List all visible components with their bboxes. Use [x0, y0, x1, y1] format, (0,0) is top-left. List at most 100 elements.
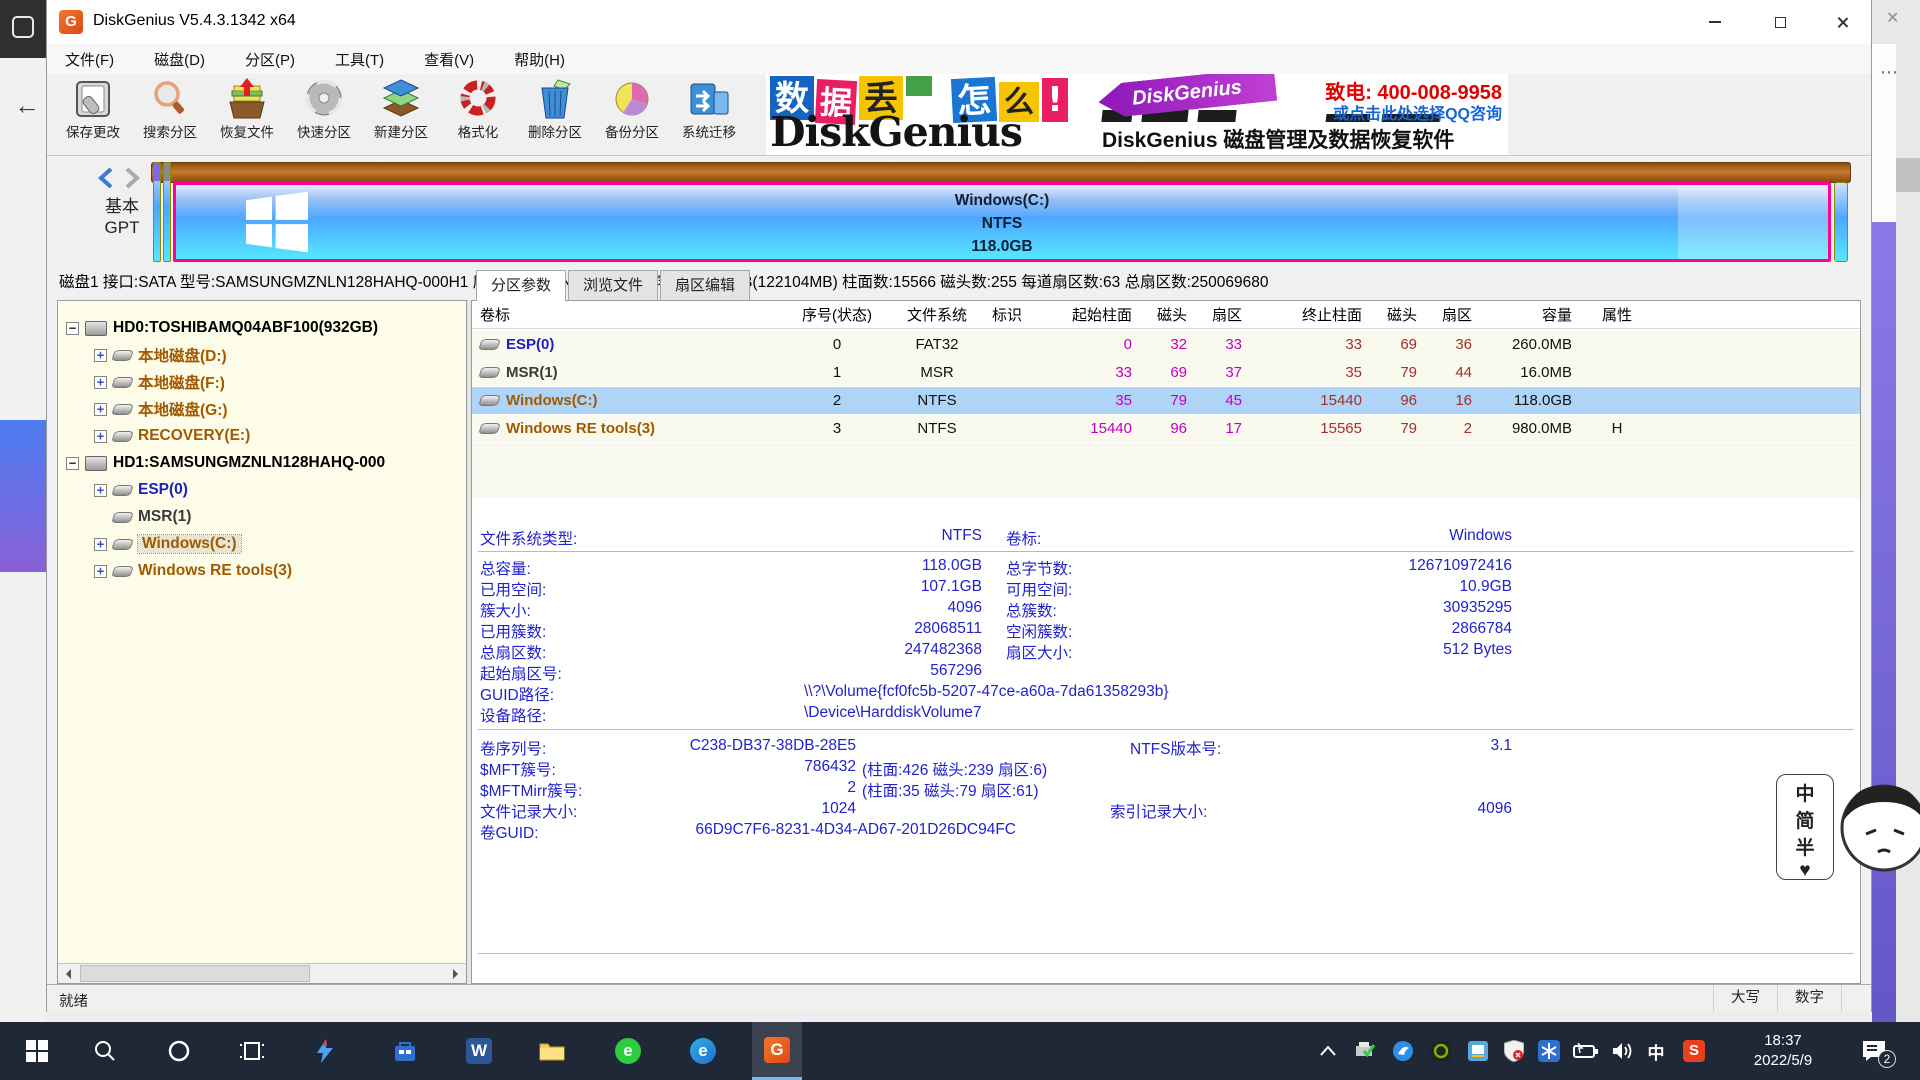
winre-partition-strip[interactable] — [1834, 182, 1848, 262]
tree-item-windows-c[interactable]: +Windows(C:) — [58, 531, 467, 557]
word-app-button[interactable]: W — [454, 1022, 504, 1080]
col-end-head[interactable]: 磁头 — [1372, 301, 1427, 328]
tray-nvidia[interactable] — [1424, 1022, 1458, 1080]
tray-snowflake[interactable] — [1532, 1022, 1566, 1080]
ime-floating-widget[interactable]: 中 简 半 ♥ — [1776, 772, 1920, 882]
menu-view[interactable]: 查看(V) — [418, 46, 480, 73]
ime-chinese-mode[interactable]: 中 — [1795, 779, 1814, 806]
resize-grip[interactable] — [1841, 985, 1873, 1012]
backup-partition-button[interactable]: 备份分区 — [594, 76, 670, 154]
menu-partition[interactable]: 分区(P) — [239, 46, 301, 73]
quick-partition-button[interactable]: 快速分区 — [286, 76, 362, 154]
menu-disk[interactable]: 磁盘(D) — [148, 46, 211, 73]
file-explorer-button[interactable] — [527, 1022, 577, 1080]
ime-halfwidth-mode[interactable]: 半 — [1795, 833, 1814, 860]
menu-tools[interactable]: 工具(T) — [329, 46, 390, 73]
tree-item-esp[interactable]: +ESP(0) — [58, 477, 467, 503]
task-view-button[interactable] — [227, 1022, 277, 1080]
ime-simplified-mode[interactable]: 简 — [1795, 806, 1814, 833]
tray-security-shield[interactable] — [1497, 1022, 1531, 1080]
tray-chevron-button[interactable] — [1312, 1022, 1344, 1080]
menu-file[interactable]: 文件(F) — [59, 46, 120, 73]
tree-item-winre[interactable]: +Windows RE tools(3) — [58, 558, 467, 584]
recover-files-button[interactable]: 恢复文件 — [209, 76, 285, 154]
collapse-icon[interactable]: − — [66, 457, 79, 470]
edge-button[interactable]: e — [678, 1022, 728, 1080]
col-attr[interactable]: 属性 — [1582, 301, 1652, 328]
tray-battery[interactable] — [1568, 1022, 1604, 1080]
scroll-right-button[interactable] — [446, 964, 466, 983]
tab-partition-params[interactable]: 分区参数 — [476, 270, 566, 301]
col-start-cylinder[interactable]: 起始柱面 — [1042, 301, 1142, 328]
taskbar-search-button[interactable] — [80, 1022, 130, 1080]
ime-status-bar[interactable]: 中 简 半 ♥ — [1776, 774, 1834, 880]
ad-banner[interactable]: 数 据 丢 怎 么 ! DiskGenius DiskGenius 致电: 40… — [766, 74, 1508, 155]
partition-row-msr[interactable]: MSR(1) 1 MSR 33 69 37 35 79 44 16.0MB — [472, 359, 1860, 386]
tab-browse-files[interactable]: 浏览文件 — [568, 270, 658, 300]
col-start-sector[interactable]: 扇区 — [1197, 301, 1252, 328]
thunder-app-button[interactable] — [300, 1022, 350, 1080]
collapse-icon[interactable]: − — [66, 322, 79, 335]
windows-c-partition-block[interactable]: Windows(C:) NTFS 118.0GB — [173, 182, 1831, 262]
expand-icon[interactable]: + — [94, 484, 107, 497]
expand-icon[interactable]: + — [94, 403, 107, 416]
tray-intel-graphics[interactable] — [1461, 1022, 1495, 1080]
delete-partition-button[interactable]: 删除分区 — [517, 76, 593, 154]
scroll-left-button[interactable] — [58, 964, 78, 983]
expand-icon[interactable]: + — [94, 565, 107, 578]
tree-horizontal-scrollbar[interactable] — [58, 963, 466, 983]
heart-icon[interactable]: ♥ — [1799, 860, 1810, 882]
tree-item-hd1[interactable]: −HD1:SAMSUNGMZNLN128HAHQ-000 — [58, 450, 467, 476]
cortana-button[interactable] — [154, 1022, 204, 1080]
maximize-button[interactable] — [1751, 0, 1809, 44]
start-button[interactable] — [12, 1022, 62, 1080]
col-capacity[interactable]: 容量 — [1482, 301, 1582, 328]
tree-item-recovery-e[interactable]: +RECOVERY(E:) — [58, 423, 467, 449]
menu-help[interactable]: 帮助(H) — [508, 46, 571, 73]
tree-item-local-d[interactable]: +本地磁盘(D:) — [58, 342, 467, 368]
detail-row: GUID路径: \\?\Volume{fcf0fc5b-5207-47ce-a6… — [472, 683, 1860, 704]
col-end-cylinder[interactable]: 终止柱面 — [1252, 301, 1372, 328]
diskgenius-taskbar-button[interactable]: G — [752, 1022, 802, 1080]
partition-row-winre[interactable]: Windows RE tools(3) 3 NTFS 15440 96 17 1… — [472, 415, 1860, 442]
partition-row-windows-c-selected[interactable]: Windows(C:) 2 NTFS 35 79 45 15440 96 16 … — [472, 387, 1860, 414]
tree-item-msr[interactable]: MSR(1) — [58, 504, 467, 530]
expand-icon[interactable]: + — [94, 349, 107, 362]
save-changes-button[interactable]: 保存更改 — [55, 76, 131, 154]
back-arrow-icon[interactable] — [14, 90, 40, 121]
col-index[interactable]: 序号(状态) — [792, 301, 882, 328]
notification-center-button[interactable]: 2 — [1848, 1022, 1900, 1080]
expand-icon[interactable]: + — [94, 538, 107, 551]
browser-360-button[interactable]: e — [603, 1022, 653, 1080]
system-migrate-button[interactable]: 系统迁移 — [671, 76, 747, 154]
expand-icon[interactable]: + — [94, 430, 107, 443]
partition-row-esp[interactable]: ESP(0) 0 FAT32 0 32 33 33 69 36 260.0MB — [472, 331, 1860, 358]
tree-item-local-f[interactable]: +本地磁盘(F:) — [58, 369, 467, 395]
tree-item-local-g[interactable]: +本地磁盘(G:) — [58, 396, 467, 422]
tray-sogou[interactable]: S — [1676, 1022, 1712, 1080]
esp-partition-strip[interactable] — [153, 162, 161, 262]
msr-partition-strip[interactable] — [163, 162, 171, 262]
close-button[interactable] — [1813, 0, 1871, 44]
format-button[interactable]: 格式化 — [440, 76, 516, 154]
banner-qq-link[interactable]: 或点击此处选择QQ咨询 — [1333, 100, 1502, 124]
expand-icon[interactable]: + — [94, 376, 107, 389]
col-filesystem[interactable]: 文件系统 — [882, 301, 992, 328]
taskbar-clock[interactable]: 18:37 2022/5/9 — [1735, 1022, 1831, 1080]
new-partition-button[interactable]: 新建分区 — [363, 76, 439, 154]
search-partition-button[interactable]: 搜索分区 — [132, 76, 208, 154]
tray-volume[interactable] — [1606, 1022, 1640, 1080]
col-end-sector[interactable]: 扇区 — [1427, 301, 1482, 328]
scrollbar-thumb[interactable] — [80, 965, 310, 982]
store-app-button[interactable] — [380, 1022, 430, 1080]
col-tag[interactable]: 标识 — [992, 301, 1042, 328]
col-start-head[interactable]: 磁头 — [1142, 301, 1197, 328]
minimize-button[interactable] — [1686, 0, 1744, 44]
tray-tim[interactable] — [1386, 1022, 1420, 1080]
tray-printer[interactable] — [1348, 1022, 1382, 1080]
tree-item-hd0[interactable]: −HD0:TOSHIBAMQ04ABF100(932GB) — [58, 315, 467, 341]
tray-ime-indicator[interactable]: 中 — [1640, 1022, 1672, 1080]
disk-nav-arrows[interactable] — [95, 166, 147, 190]
col-volume[interactable]: 卷标 — [472, 301, 792, 328]
tab-sector-edit[interactable]: 扇区编辑 — [660, 270, 750, 300]
